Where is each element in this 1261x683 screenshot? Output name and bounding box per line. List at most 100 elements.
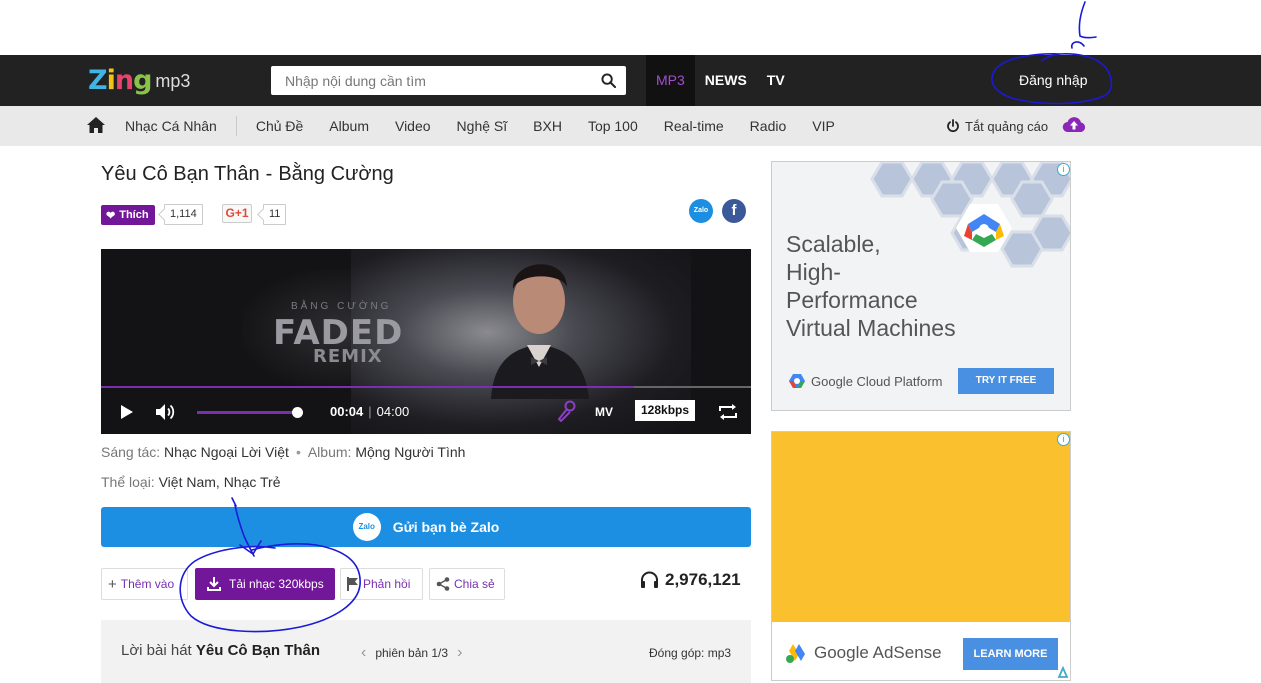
- chevron-left-icon[interactable]: ‹: [361, 644, 366, 662]
- nav-tv[interactable]: TV: [757, 55, 795, 106]
- google-cloud-logo-icon: [789, 374, 805, 388]
- zalo-send-button[interactable]: Zalo Gửi bạn bè Zalo: [101, 507, 751, 547]
- listen-count: 2,976,121: [640, 570, 741, 590]
- nav-topics[interactable]: Chủ Đề: [243, 106, 316, 146]
- logo-letter: n: [114, 64, 134, 96]
- share-label: Chia sẻ: [454, 577, 495, 591]
- zalo-share-icon[interactable]: Zalo: [689, 199, 713, 223]
- add-to-label: Thêm vào: [120, 577, 175, 591]
- mv-button[interactable]: MV: [595, 405, 613, 419]
- nav-artists[interactable]: Nghệ Sĩ: [444, 106, 521, 146]
- cloud-upload-icon[interactable]: [1062, 115, 1086, 133]
- flag-icon: [347, 577, 358, 591]
- song-artist[interactable]: Bằng Cường: [278, 163, 393, 185]
- feedback-label: Phản hồi: [363, 577, 411, 591]
- google-adsense-brand: Google AdSense: [784, 642, 942, 664]
- seek-bar-fill: [101, 386, 634, 388]
- video-player[interactable]: BẰNG CƯỜNG FADED REMIX 00:04|04:00 MV: [101, 249, 751, 434]
- composer-label: Sáng tác:: [101, 444, 161, 460]
- volume-knob[interactable]: [292, 407, 303, 418]
- nav-top100[interactable]: Top 100: [575, 106, 651, 146]
- adchoices-icon[interactable]: [1057, 666, 1069, 678]
- volume-fill: [197, 411, 292, 414]
- volume-slider[interactable]: [197, 411, 297, 414]
- chevron-right-icon[interactable]: ›: [457, 644, 462, 662]
- album-link[interactable]: Mộng Người Tình: [355, 444, 465, 460]
- ad1-line: Virtual Machines: [786, 315, 956, 341]
- ad2-brand-label: Google AdSense: [814, 643, 942, 662]
- facebook-share-icon[interactable]: f: [722, 199, 746, 223]
- lyrics-version: ‹ phiên bản 1/3 ›: [352, 644, 471, 662]
- power-icon: [947, 119, 959, 133]
- nav-album[interactable]: Album: [316, 106, 382, 146]
- repeat-icon[interactable]: [717, 404, 739, 420]
- google-cloud-ad[interactable]: Scalable, High- Performance Virtual Mach…: [771, 161, 1071, 411]
- genre-label: Thể loại:: [101, 474, 155, 490]
- cover-sub-text: REMIX: [313, 346, 383, 367]
- song-heading: Yêu Cô Bạn Thân - Bằng Cường: [101, 163, 394, 186]
- nav-video[interactable]: Video: [382, 106, 444, 146]
- nav-vip[interactable]: VIP: [799, 106, 848, 146]
- nav-news[interactable]: NEWS: [695, 55, 757, 106]
- album-label: Album:: [307, 444, 352, 460]
- add-to-button[interactable]: + Thêm vào: [101, 568, 188, 600]
- try-it-free-button[interactable]: TRY IT FREE: [958, 368, 1054, 394]
- quality-selector[interactable]: 128kbps: [635, 400, 696, 421]
- headphones-icon: [641, 571, 658, 588]
- learn-more-button[interactable]: LEARN MORE: [963, 638, 1058, 670]
- feedback-button[interactable]: Phản hồi: [340, 568, 423, 600]
- download-icon: [207, 577, 221, 591]
- login-link[interactable]: Đăng nhập: [1019, 55, 1088, 106]
- seek-bar[interactable]: [101, 386, 751, 388]
- zing-mp3-logo[interactable]: Zing mp3: [88, 64, 190, 96]
- karaoke-mic-icon[interactable]: [557, 400, 577, 422]
- duration: 04:00: [376, 404, 410, 419]
- dot-separator: •: [295, 444, 301, 460]
- zalo-icon: Zalo: [352, 513, 381, 541]
- lyrics-prefix: Lời bài hát: [121, 642, 192, 659]
- download-320kbps-button[interactable]: Tải nhạc 320kbps: [195, 568, 335, 600]
- search-box: [271, 66, 626, 95]
- lyrics-heading: Lời bài hát Yêu Cô Bạn Thân: [121, 642, 320, 659]
- ad-toggle-label: Tắt quảng cáo: [965, 118, 1049, 134]
- gplus-count: 11: [263, 204, 287, 225]
- ad2-banner: [772, 432, 1070, 622]
- genre-links[interactable]: Việt Nam, Nhạc Trẻ: [159, 474, 281, 490]
- top-header: Zing mp3 MP3 NEWS TV Đăng nhập: [0, 55, 1261, 106]
- volume-icon[interactable]: [155, 402, 177, 422]
- play-icon[interactable]: [120, 404, 134, 420]
- lyrics-panel: Lời bài hát Yêu Cô Bạn Thân ‹ phiên bản …: [101, 620, 751, 683]
- nav-mp3[interactable]: MP3: [646, 55, 695, 106]
- ad1-line: Scalable,: [786, 231, 881, 257]
- ad1-line: High-: [786, 259, 841, 285]
- search-input[interactable]: [271, 66, 591, 95]
- google-adsense-ad[interactable]: Google AdSense LEARN MORE i: [771, 431, 1071, 681]
- zalo-send-label: Gửi bạn bè Zalo: [392, 519, 500, 535]
- time-divider: |: [368, 404, 372, 419]
- like-button[interactable]: ❤ Thích: [101, 205, 155, 225]
- ad-toggle[interactable]: Tắt quảng cáo: [946, 106, 1048, 146]
- like-count: 1,114: [164, 204, 203, 225]
- composer-link[interactable]: Nhạc Ngoại Lời Việt: [164, 444, 289, 460]
- search-icon[interactable]: [601, 73, 616, 88]
- page: Zing mp3 MP3 NEWS TV Đăng nhập Nhạc Cá N…: [0, 0, 1261, 683]
- nav-radio[interactable]: Radio: [737, 106, 800, 146]
- song-genre: Thể loại: Việt Nam, Nhạc Trẻ: [101, 474, 281, 490]
- download-label: Tải nhạc 320kbps: [229, 577, 324, 591]
- logo-letter: g: [133, 64, 152, 96]
- heart-icon: ❤: [106, 209, 116, 222]
- gplus-button[interactable]: G+1: [222, 204, 252, 223]
- share-button[interactable]: Chia sẻ: [429, 568, 505, 600]
- lyrics-contributor: Đóng góp: mp3: [649, 646, 732, 660]
- song-panel: Yêu Cô Bạn Thân - Bằng Cường ❤ Thích 1,114…: [86, 146, 766, 683]
- ad-info-icon[interactable]: i: [1057, 163, 1070, 176]
- category-list: Nhạc Cá Nhân Chủ Đề Album Video Nghệ Sĩ …: [112, 106, 848, 146]
- current-time: 00:04: [330, 404, 364, 419]
- ad-info-icon[interactable]: i: [1057, 433, 1070, 446]
- nav-realtime[interactable]: Real-time: [651, 106, 737, 146]
- listen-count-value: 2,976,121: [665, 570, 741, 589]
- logo-mp3-text: mp3: [155, 71, 191, 91]
- home-icon[interactable]: [86, 116, 106, 134]
- nav-personal-music[interactable]: Nhạc Cá Nhân: [112, 106, 230, 146]
- nav-charts[interactable]: BXH: [520, 106, 575, 146]
